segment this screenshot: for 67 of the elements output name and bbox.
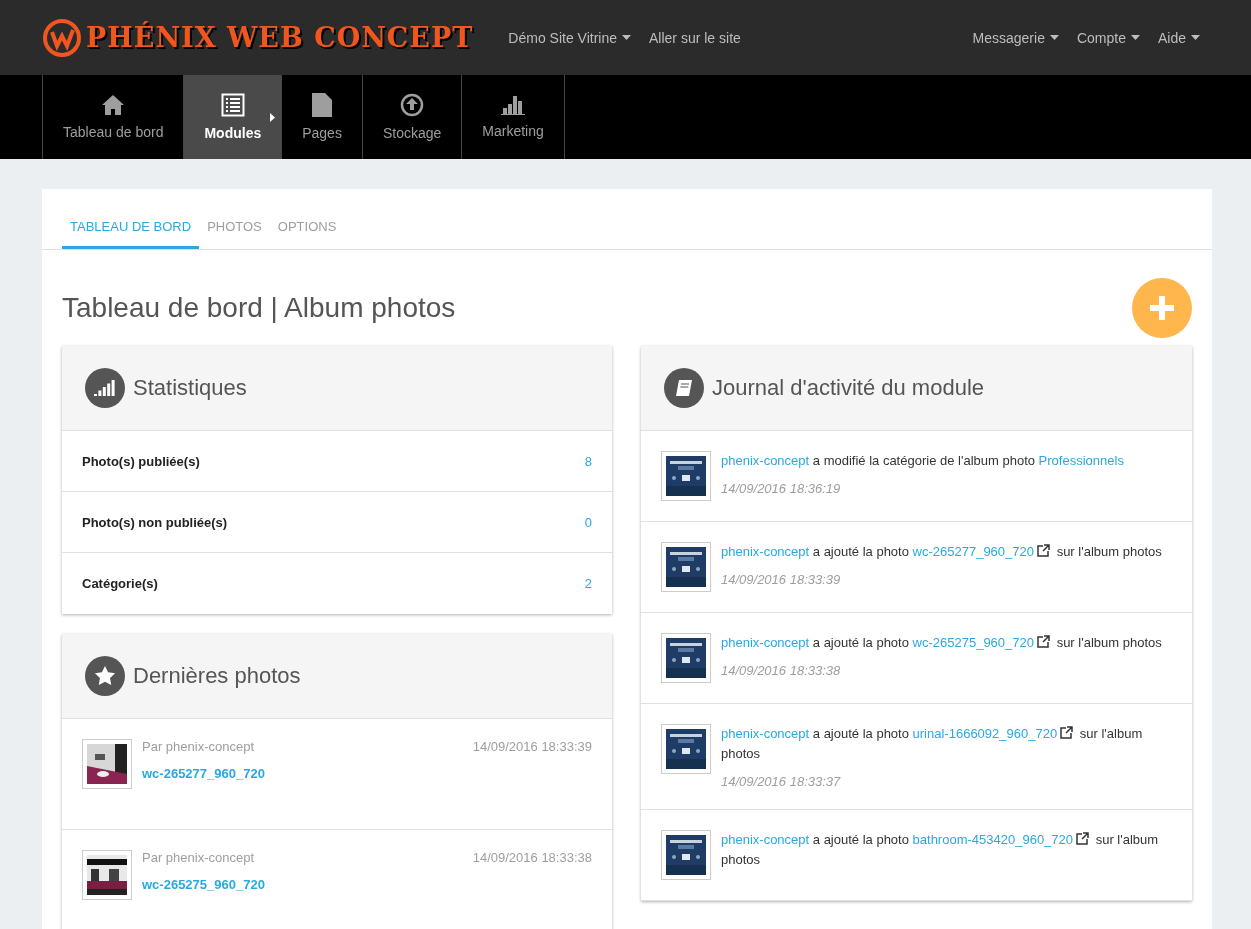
home-icon [101, 94, 126, 116]
file-icon [312, 93, 333, 117]
tab[interactable]: PHOTOS [199, 219, 270, 249]
stat-label: Catégorie(s) [82, 576, 158, 591]
panel-title: Journal d'activité du module [712, 375, 985, 401]
external-link-icon [1037, 544, 1050, 557]
external-link-icon [1060, 726, 1074, 739]
nav-item[interactable]: Modules [183, 75, 282, 159]
caret-icon [270, 113, 276, 122]
caret-icon [1191, 35, 1200, 40]
logo-icon [42, 17, 82, 58]
activity-link[interactable]: Professionnels [1038, 453, 1124, 468]
nav-item[interactable]: Marketing [461, 75, 564, 159]
menu-link[interactable]: Compte [1067, 29, 1149, 46]
stat-value: 8 [584, 453, 592, 469]
activity-text: phenix-concept a modifié la catégorie de l'album photo Professionnels [721, 452, 1124, 470]
signal-icon [85, 368, 125, 408]
caret-icon [622, 35, 631, 40]
menu-link[interactable]: Messagerie [963, 29, 1068, 46]
caret-icon [1130, 35, 1140, 40]
activity-link[interactable]: phenix-concept [721, 544, 810, 559]
activity-link[interactable]: phenix-concept [721, 635, 810, 650]
menu-link[interactable]: Démo Site Vitrine [499, 29, 640, 46]
activity-link[interactable]: phenix-concept [721, 453, 810, 468]
activity-text: phenix-concept a ajouté la photo wc-265275_960_720 sur l'album photos [721, 634, 1162, 652]
brand-name: PHÉNIX WEB CONCEPT [86, 22, 474, 53]
photo-date: 14/09/2016 18:33:39 [472, 739, 592, 754]
nav-item[interactable]: Stockage [361, 75, 462, 159]
activity-link[interactable]: bathroom-453420_960_720 [912, 832, 1074, 847]
add-button[interactable] [1132, 278, 1192, 338]
photo-link[interactable]: wc-265275_960_720 [142, 877, 265, 892]
external-link-icon [1076, 832, 1090, 845]
caret-icon [1049, 35, 1059, 40]
activity-time: 14/09/2016 18:36:19 [721, 481, 842, 496]
stat-value: 2 [584, 576, 592, 591]
activity-text: phenix-concept a ajouté la photo wc-265277_960_720 sur l'album photos [721, 543, 1162, 561]
photo-date: 14/09/2016 18:33:38 [472, 850, 592, 865]
activity-time: 14/09/2016 18:33:37 [721, 774, 842, 789]
stat-label: Photo(s) publiée(s) [82, 453, 200, 469]
photo-link[interactable]: wc-265277_960_720 [142, 766, 265, 781]
tab[interactable]: TABLEAU DE BORD [62, 219, 200, 249]
upload-icon [400, 93, 425, 117]
activity-link[interactable]: urinal-1666092_960_720 [912, 726, 1058, 741]
activity-text: phenix-concept a ajouté la photo bathroom-453420_960_720 sur l'album photos [721, 831, 1160, 869]
panel-title: Dernières photos [133, 663, 301, 689]
activity-text: phenix-concept a ajouté la photo urinal-1666092_960_720 sur l'album photos [721, 725, 1144, 763]
activity-link[interactable]: wc-265275_960_720 [912, 635, 1034, 650]
tab[interactable]: OPTIONS [269, 219, 345, 249]
panel-title: Statistiques [133, 375, 247, 401]
activity-link[interactable]: wc-265277_960_720 [912, 544, 1034, 559]
list-icon [220, 93, 245, 117]
stat-label: Photo(s) non publiée(s) [82, 514, 228, 530]
activity-time: 14/09/2016 18:33:39 [721, 572, 842, 587]
activity-link[interactable]: phenix-concept [721, 832, 810, 847]
activity-time: 14/09/2016 18:33:38 [721, 663, 842, 678]
photo-author: Par phenix-concept [142, 850, 254, 865]
page-title: Tableau de bord | Album photos [62, 292, 456, 324]
nav-item[interactable]: Pages [281, 75, 362, 159]
stat-value: 0 [584, 514, 592, 530]
menu-link[interactable]: Aller sur le site [640, 29, 750, 46]
book-icon [664, 368, 704, 408]
menu-link[interactable]: Aide [1148, 29, 1209, 46]
plus-icon [1150, 296, 1174, 320]
bar-chart-icon [501, 95, 525, 115]
activity-link[interactable]: phenix-concept [721, 726, 810, 741]
external-link-icon [1037, 635, 1050, 648]
photo-author: Par phenix-concept [142, 739, 254, 754]
